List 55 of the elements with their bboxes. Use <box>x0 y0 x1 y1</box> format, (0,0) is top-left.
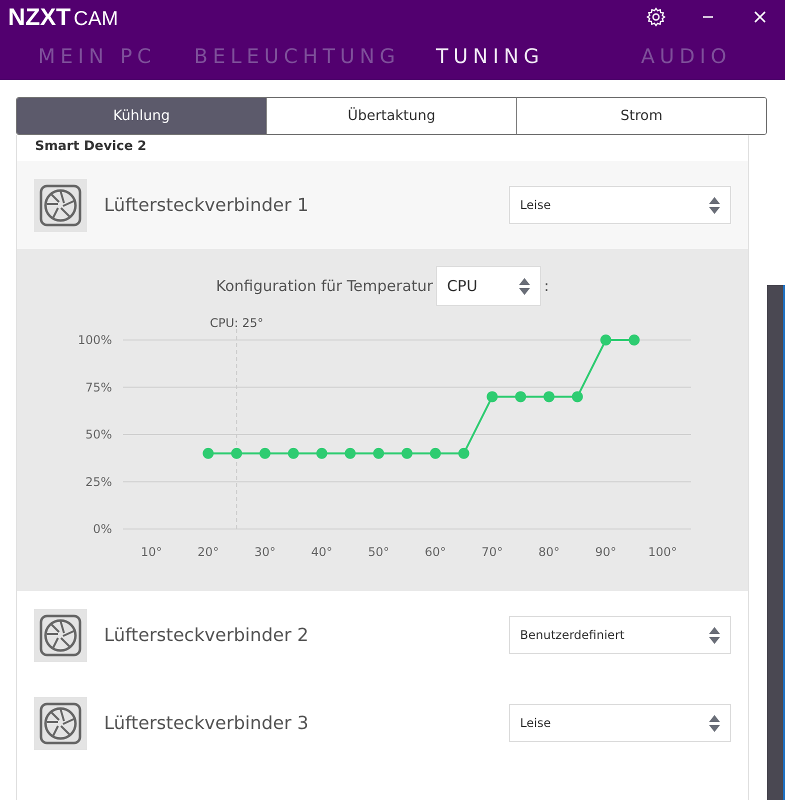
fan-name: Lüftersteckverbinder 1 <box>104 194 310 216</box>
curve-point[interactable] <box>373 448 384 459</box>
logo-text: NZXT <box>8 4 71 32</box>
dropdown-arrows-icon <box>709 714 720 732</box>
fan-icon <box>34 696 87 750</box>
y-tick-label: 0% <box>92 522 112 536</box>
dropdown-arrows-icon <box>518 278 530 294</box>
curve-point[interactable] <box>458 448 470 459</box>
config-colon: : <box>544 277 549 295</box>
curve-point[interactable] <box>316 448 328 459</box>
x-tick-label: 60° <box>424 545 446 559</box>
mode-dropdown[interactable]: Benutzerdefiniert <box>509 616 731 654</box>
curve-point[interactable] <box>260 448 270 459</box>
y-tick-label: 100% <box>78 333 112 347</box>
fan-name: Lüftersteckverbinder 3 <box>104 712 310 734</box>
curve-point[interactable] <box>600 334 612 346</box>
dropdown-arrows-icon <box>709 626 720 644</box>
config-label: Konfiguration für Temperatur <box>216 277 433 295</box>
x-tick-label: 40° <box>311 545 332 559</box>
sensor-dropdown[interactable]: CPU <box>436 266 541 306</box>
x-tick-label: 80° <box>538 545 560 559</box>
x-tick-label: 100° <box>648 545 678 559</box>
curve-point[interactable] <box>288 448 299 459</box>
fan-name: Lüftersteckverbinder 2 <box>104 624 310 646</box>
x-tick-label: 10° <box>140 545 162 559</box>
mode-dropdown[interactable]: Leise <box>509 186 731 224</box>
curve-point[interactable] <box>231 448 242 459</box>
nav-tab[interactable]: TUNING <box>436 44 641 68</box>
fan-icon <box>34 178 87 232</box>
logo-subtitle: CAM <box>74 8 118 31</box>
curve-point[interactable] <box>628 334 640 346</box>
y-tick-label: 75% <box>85 380 112 394</box>
settings-icon[interactable] <box>645 6 667 28</box>
scrollbar[interactable] <box>767 285 785 800</box>
device-heading: Smart Device 2 <box>34 138 148 156</box>
mode-dropdown[interactable]: Leise <box>509 704 731 742</box>
marker-label: CPU: 25° <box>210 316 264 330</box>
curve-point[interactable] <box>344 448 356 459</box>
curve-point[interactable] <box>515 391 526 402</box>
y-tick-label: 50% <box>85 428 112 442</box>
dropdown-arrows-icon <box>709 196 720 214</box>
curve-point[interactable] <box>202 448 214 459</box>
curve-point[interactable] <box>544 391 554 402</box>
curve-point[interactable] <box>486 391 498 402</box>
x-tick-label: 30° <box>254 545 276 559</box>
fan-icon <box>34 608 87 662</box>
x-tick-label: 90° <box>595 545 616 559</box>
tab[interactable]: Kühlung <box>17 98 267 134</box>
x-tick-label: 20° <box>198 545 219 559</box>
y-tick-label: 25% <box>85 474 112 489</box>
x-tick-label: 50° <box>368 545 390 559</box>
curve-point[interactable] <box>430 448 441 459</box>
curve-point[interactable] <box>402 448 412 459</box>
curve-point[interactable] <box>572 391 583 402</box>
x-tick-label: 70° <box>482 545 503 559</box>
